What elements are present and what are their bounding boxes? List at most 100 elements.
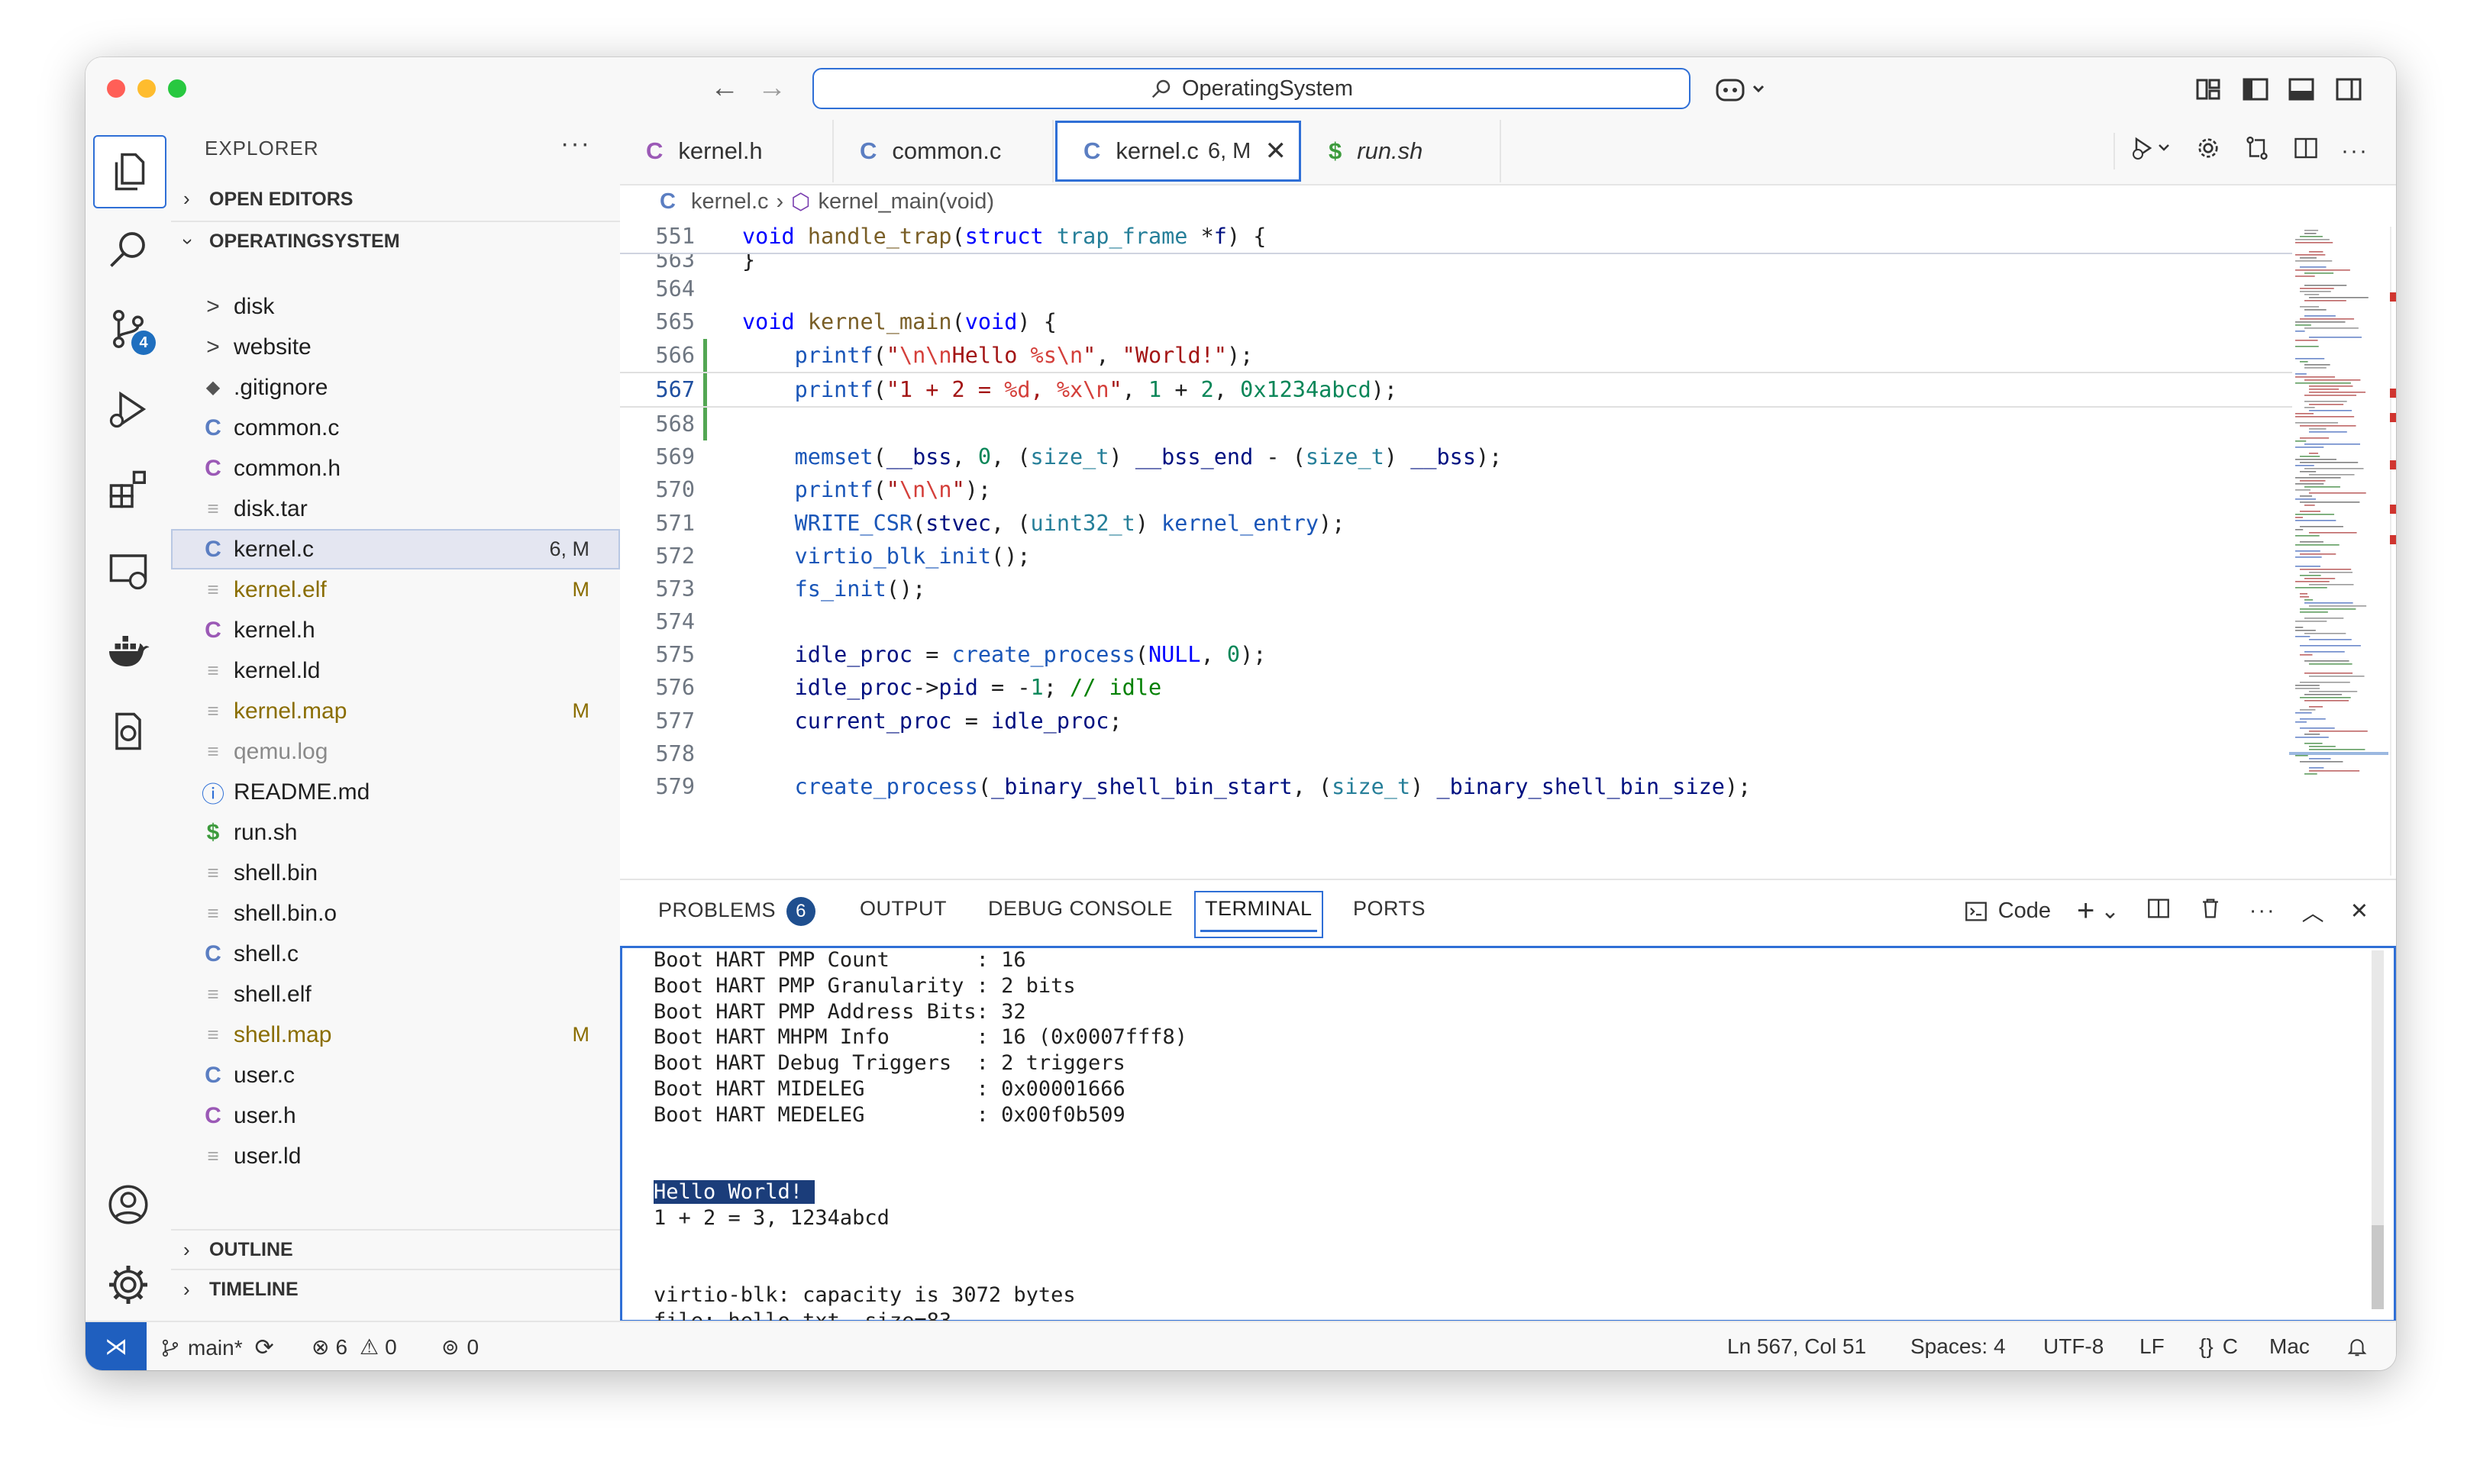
code-line[interactable]: 568 bbox=[620, 407, 2292, 441]
code-line[interactable]: 575 idle_proc = create_process(NULL, 0); bbox=[620, 638, 2292, 671]
code-line[interactable]: 571 WRITE_CSR(stvec, (uint32_t) kernel_e… bbox=[620, 507, 2292, 540]
extensions-icon[interactable] bbox=[93, 454, 163, 524]
compare-changes-icon[interactable] bbox=[2243, 134, 2271, 168]
tree-item-disk[interactable]: > disk bbox=[171, 286, 620, 327]
settings-gear-icon[interactable] bbox=[93, 1250, 163, 1320]
back-arrow-icon[interactable]: ← bbox=[710, 73, 739, 103]
timeline-section[interactable]: › TIMELINE bbox=[171, 1269, 620, 1308]
tree-item-user-h[interactable]: Cuser.h bbox=[171, 1095, 620, 1136]
toggle-secondary-sidebar-icon[interactable] bbox=[2333, 74, 2364, 105]
minimize-window-button[interactable] bbox=[137, 79, 156, 98]
tab-ports[interactable]: PORTS bbox=[1353, 897, 1426, 921]
remote-explorer-icon[interactable] bbox=[93, 536, 163, 606]
tree-item-shell-c[interactable]: Cshell.c bbox=[171, 934, 620, 974]
outline-section[interactable]: › OUTLINE bbox=[171, 1229, 620, 1269]
scrollbar-thumb[interactable] bbox=[2372, 1225, 2384, 1309]
search-icon[interactable] bbox=[93, 214, 163, 284]
tree-item-common-h[interactable]: Ccommon.h bbox=[171, 448, 620, 489]
tree-item-common-c[interactable]: Ccommon.c bbox=[171, 408, 620, 448]
terminal-instance-selector[interactable]: Code bbox=[1963, 898, 2051, 924]
tree-item-website[interactable]: > website bbox=[171, 327, 620, 367]
code-line[interactable]: 579 create_process(_binary_shell_bin_sta… bbox=[620, 770, 2292, 803]
account-icon[interactable] bbox=[93, 1169, 163, 1240]
minimap-slider[interactable] bbox=[2289, 752, 2388, 755]
close-panel-icon[interactable]: ✕ bbox=[2350, 898, 2369, 924]
tree-item-readme-md[interactable]: ⓘ README.md bbox=[171, 772, 620, 812]
problems-status[interactable]: ⊗ 6 ⚠ 0 bbox=[312, 1334, 397, 1360]
testing-icon[interactable] bbox=[93, 696, 163, 766]
terminal-output[interactable]: Boot HART PMP Count : 16 Boot HART PMP Gr… bbox=[654, 947, 2364, 1370]
copilot-icon[interactable] bbox=[1716, 74, 1769, 105]
workspace-section[interactable]: › OPERATINGSYSTEM bbox=[171, 221, 620, 260]
sync-icon[interactable]: ⟳ bbox=[255, 1334, 274, 1361]
breadcrumb-symbol[interactable]: kernel_main(void) bbox=[819, 189, 995, 215]
tree-item-shell-elf[interactable]: ≡ shell.elf bbox=[171, 974, 620, 1015]
close-window-button[interactable] bbox=[107, 79, 125, 98]
docker-icon[interactable] bbox=[93, 616, 163, 686]
tree-item-kernel-ld[interactable]: ≡ kernel.ld bbox=[171, 650, 620, 691]
run-debug-dropdown-icon[interactable] bbox=[2113, 133, 2173, 169]
toggle-panel-icon[interactable] bbox=[2286, 74, 2317, 105]
tab-problems[interactable]: PROBLEMS 6 bbox=[658, 897, 816, 926]
tree-item-kernel-map[interactable]: ≡ kernel.map M bbox=[171, 691, 620, 731]
run-debug-icon[interactable] bbox=[93, 374, 163, 444]
platform[interactable]: Mac bbox=[2269, 1334, 2310, 1359]
end-of-line[interactable]: LF bbox=[2139, 1334, 2165, 1359]
new-terminal-icon[interactable]: + bbox=[2077, 894, 2094, 928]
branch-status[interactable]: main* ⟳ bbox=[160, 1334, 274, 1361]
maximize-panel-icon[interactable]: ︿ bbox=[2302, 895, 2324, 928]
tree-item-kernel-elf[interactable]: ≡ kernel.elf M bbox=[171, 569, 620, 610]
more-actions-icon[interactable]: ··· bbox=[2341, 138, 2369, 164]
explorer-more-icon[interactable]: ··· bbox=[560, 129, 591, 159]
toggle-primary-sidebar-icon[interactable] bbox=[2240, 74, 2271, 105]
tab-output[interactable]: OUTPUT bbox=[860, 897, 947, 921]
code-line[interactable]: 577 current_proc = idle_proc; bbox=[620, 705, 2292, 737]
breadcrumb-file[interactable]: kernel.c bbox=[691, 189, 769, 215]
cursor-position[interactable]: Ln 567, Col 51 bbox=[1727, 1334, 1866, 1359]
tab-kernel-h[interactable]: C kernel.h bbox=[620, 120, 834, 182]
code-line[interactable]: 563} bbox=[620, 254, 2292, 273]
tree-item-shell-bin-o[interactable]: ≡ shell.bin.o bbox=[171, 893, 620, 934]
minimap[interactable] bbox=[2289, 227, 2388, 876]
tab-common-c[interactable]: C common.c bbox=[834, 120, 1054, 182]
customize-layout-icon[interactable] bbox=[2193, 74, 2223, 105]
terminal-scrollbar[interactable] bbox=[2372, 950, 2384, 1309]
code-line[interactable]: 564 bbox=[620, 273, 2292, 305]
tree-item-gitignore[interactable]: ◆ .gitignore bbox=[171, 367, 620, 408]
gear-icon[interactable] bbox=[2194, 134, 2222, 168]
code-line[interactable]: 566 printf("\n\nHello %s\n", "World!"); bbox=[620, 338, 2292, 372]
tree-item-kernel-h[interactable]: Ckernel.h bbox=[171, 610, 620, 650]
tree-item-user-ld[interactable]: ≡ user.ld bbox=[171, 1136, 620, 1176]
tree-item-run-sh[interactable]: $ run.sh bbox=[171, 812, 620, 853]
indentation[interactable]: Spaces: 4 bbox=[1910, 1334, 2006, 1359]
ports-status[interactable]: ⊚ 0 bbox=[441, 1334, 479, 1360]
tree-item-shell-bin[interactable]: ≡ shell.bin bbox=[171, 853, 620, 893]
chevron-down-icon[interactable]: ⌄ bbox=[2101, 898, 2119, 924]
language-mode[interactable]: {} C bbox=[2199, 1334, 2238, 1359]
command-center-search[interactable]: OperatingSystem bbox=[812, 68, 1690, 109]
tree-item-kernel-c[interactable]: Ckernel.c 6, M bbox=[171, 529, 620, 569]
tree-item-user-c[interactable]: Cuser.c bbox=[171, 1055, 620, 1095]
forward-arrow-icon[interactable]: → bbox=[757, 73, 786, 103]
split-terminal-icon[interactable] bbox=[2146, 895, 2172, 928]
encoding[interactable]: UTF-8 bbox=[2043, 1334, 2104, 1359]
source-control-icon[interactable]: 4 bbox=[93, 294, 163, 364]
more-actions-icon[interactable]: ··· bbox=[2249, 898, 2276, 924]
split-editor-icon[interactable] bbox=[2292, 134, 2320, 168]
close-tab-icon[interactable]: ✕ bbox=[1265, 136, 1287, 166]
code-line[interactable]: 574 bbox=[620, 605, 2292, 638]
remote-indicator[interactable]: ⋊ bbox=[86, 1322, 147, 1370]
code-line[interactable]: 572 virtio_blk_init(); bbox=[620, 540, 2292, 573]
tab-debug-console[interactable]: DEBUG CONSOLE bbox=[988, 897, 1173, 921]
tree-item-disk-tar[interactable]: ≡ disk.tar bbox=[171, 489, 620, 529]
tab-terminal[interactable]: TERMINAL bbox=[1194, 891, 1323, 938]
code-view[interactable]: 551 void handle_trap(struct trap_frame *f… bbox=[620, 220, 2292, 803]
tab-kernel-c[interactable]: C kernel.c 6, M ✕ bbox=[1055, 121, 1301, 182]
code-line[interactable]: 569 memset(__bss, 0, (size_t) __bss_end … bbox=[620, 440, 2292, 473]
open-editors-section[interactable]: › OPEN EDITORS bbox=[171, 179, 620, 219]
code-line[interactable]: 578 bbox=[620, 737, 2292, 770]
sticky-scroll-line[interactable]: 551 void handle_trap(struct trap_frame *f… bbox=[620, 220, 2292, 255]
zoom-window-button[interactable] bbox=[168, 79, 186, 98]
code-line[interactable]: 576 idle_proc->pid = -1; // idle bbox=[620, 671, 2292, 704]
tab-run-sh[interactable]: $ run.sh bbox=[1303, 120, 1501, 182]
